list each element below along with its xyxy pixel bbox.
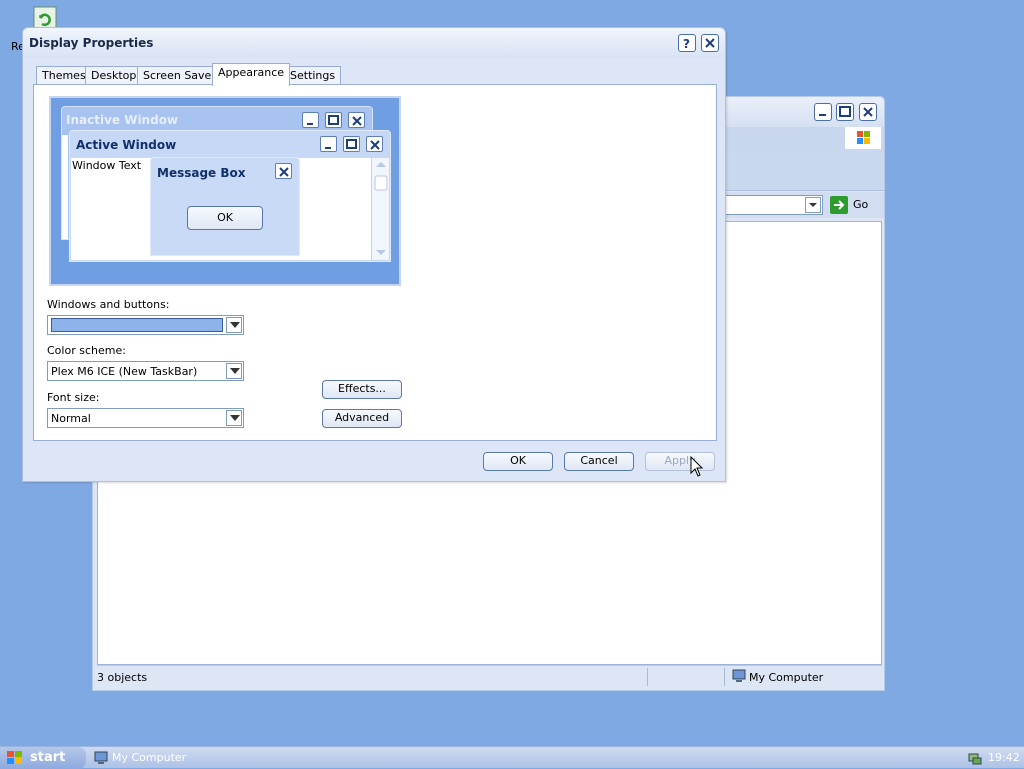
preview-scrollbar	[371, 158, 389, 260]
tab-appearance[interactable]: Appearance	[212, 63, 291, 86]
windows-logo-icon	[845, 127, 881, 149]
computer-icon	[94, 751, 108, 768]
tray-network-icon[interactable]	[967, 750, 983, 769]
svg-text:?: ?	[683, 37, 690, 49]
appearance-preview: Inactive Window Active Window Window Tex…	[49, 96, 401, 286]
close-icon	[348, 112, 365, 128]
preview-window-text: Window Text	[72, 159, 142, 172]
taskbar-item-my-computer[interactable]: My Computer	[92, 749, 242, 767]
address-dropdown-button[interactable]	[805, 197, 821, 213]
chevron-down-icon	[230, 322, 240, 328]
color-scheme-value: Plex M6 ICE (New TaskBar)	[51, 365, 198, 378]
windows-buttons-swatch	[51, 318, 223, 332]
maximize-icon	[839, 106, 851, 117]
maximize-icon	[343, 136, 360, 152]
taskbar-item-label: My Computer	[112, 751, 187, 764]
start-label: start	[30, 750, 66, 765]
color-scheme-dropdown[interactable]	[226, 363, 242, 379]
windows-buttons-select[interactable]	[47, 315, 244, 335]
close-icon	[705, 38, 715, 48]
system-tray: 19:42	[962, 747, 1024, 769]
font-size-value: Normal	[51, 412, 91, 425]
dialog-close-button[interactable]	[701, 34, 719, 52]
preview-inactive-body	[62, 135, 68, 239]
status-location: My Computer	[749, 671, 824, 684]
windows-buttons-dropdown[interactable]	[226, 317, 242, 333]
mouse-cursor-icon	[690, 455, 704, 481]
help-button[interactable]: ?	[678, 34, 696, 52]
status-divider	[647, 668, 648, 686]
tab-settings[interactable]: Settings	[284, 66, 342, 85]
preview-message-box-title: Message Box	[157, 166, 246, 180]
preview-ok-button: OK	[187, 206, 263, 230]
maximize-icon	[325, 112, 342, 128]
address-input[interactable]	[721, 195, 823, 215]
preview-message-box: Message Box OK	[150, 157, 300, 256]
preview-active-title: Active Window	[76, 138, 177, 152]
dialog-titlebar[interactable]: Display Properties ?	[23, 28, 725, 58]
minimize-icon	[302, 112, 319, 128]
go-arrow-icon[interactable]	[830, 196, 848, 214]
preview-inactive-title: Inactive Window	[66, 113, 179, 127]
status-bar: 3 objects My Computer	[97, 665, 882, 687]
tab-screen-saver[interactable]: Screen Saver	[137, 66, 222, 85]
ok-button[interactable]: OK	[483, 452, 553, 471]
chevron-down-icon	[230, 368, 240, 374]
windows-buttons-label: Windows and buttons:	[47, 298, 170, 311]
display-properties-dialog: Display Properties ? Themes Desktop Scre…	[22, 27, 726, 482]
close-icon	[366, 136, 383, 152]
color-scheme-select[interactable]: Plex M6 ICE (New TaskBar)	[47, 361, 244, 381]
computer-icon	[732, 669, 746, 686]
effects-button[interactable]: Effects...	[322, 380, 402, 399]
close-icon	[275, 163, 292, 179]
status-objects-count: 3 objects	[97, 671, 148, 684]
font-size-dropdown[interactable]	[226, 410, 242, 426]
tray-clock: 19:42	[988, 751, 1020, 764]
close-icon	[863, 107, 873, 117]
font-size-select[interactable]: Normal	[47, 408, 244, 428]
font-size-label: Font size:	[47, 391, 100, 404]
appearance-tab-panel: Inactive Window Active Window Window Tex…	[33, 84, 717, 441]
go-button-label[interactable]: Go	[853, 198, 868, 211]
cancel-button[interactable]: Cancel	[564, 452, 634, 471]
advanced-button[interactable]: Advanced	[322, 409, 402, 428]
tab-themes[interactable]: Themes	[36, 66, 92, 85]
maximize-button[interactable]	[836, 103, 854, 121]
minimize-button[interactable]	[814, 103, 832, 121]
scroll-arrows-icon	[374, 162, 388, 255]
color-scheme-label: Color scheme:	[47, 344, 126, 357]
tab-desktop[interactable]: Desktop	[85, 66, 143, 85]
minimize-icon	[320, 136, 337, 152]
windows-flag-icon	[6, 750, 24, 769]
minimize-icon	[819, 114, 826, 116]
apply-button[interactable]: Apply	[645, 452, 715, 471]
close-button[interactable]	[859, 103, 877, 121]
status-divider	[724, 668, 725, 686]
chevron-down-icon	[230, 415, 240, 421]
dialog-title: Display Properties	[29, 36, 154, 50]
help-icon: ?	[683, 37, 690, 49]
start-button[interactable]: start	[0, 747, 86, 769]
chevron-down-icon	[809, 203, 817, 207]
taskbar: start My Computer 19:42	[0, 746, 1024, 769]
